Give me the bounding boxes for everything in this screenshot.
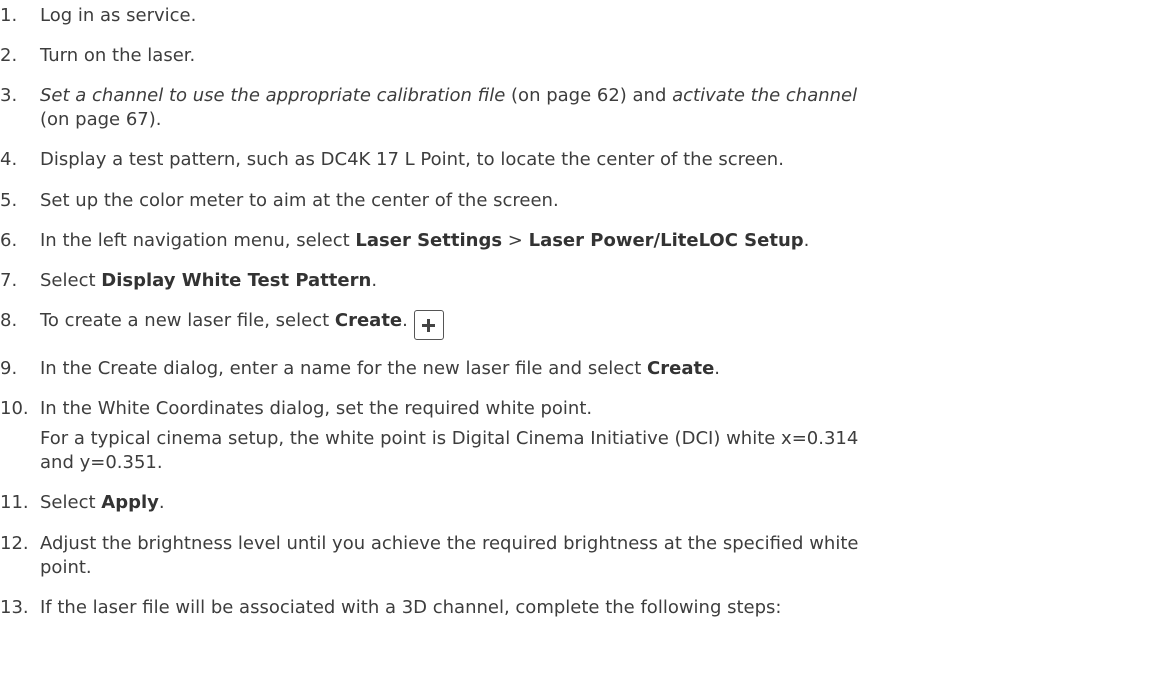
step-text-end: . <box>714 358 721 379</box>
step-text-continued: (on page 67). <box>40 109 162 130</box>
create-label: Create <box>647 358 715 379</box>
step-text: Display a test pattern, such as DC4K 17 … <box>40 149 784 170</box>
step-text: Set up the color meter to aim at the cen… <box>40 190 559 211</box>
step-text: Log in as service. <box>40 5 197 26</box>
step-text: Select Display White Test Pattern. <box>40 269 377 293</box>
step-text-lead: In the Create dialog, enter a name for t… <box>40 358 648 379</box>
step-text-lead: Select <box>40 492 102 513</box>
step-number: 13. <box>0 597 29 618</box>
step-number: 12. <box>0 533 29 554</box>
plus-icon <box>413 310 444 340</box>
activate-channel-link[interactable]: activate the channel <box>672 85 857 106</box>
step-text-lead: Select <box>40 270 102 291</box>
step-text-lead: To create a new laser file, select <box>40 310 335 331</box>
step-text: In the White Coordinates dialog, set the… <box>40 398 593 419</box>
step-number: 11. <box>0 492 29 513</box>
create-label: Create <box>334 310 403 331</box>
step-text-middle: (on page 62) and <box>505 85 673 106</box>
step-number: 5. <box>0 190 18 211</box>
step-number: 4. <box>0 149 18 170</box>
step-text-lead: In the left navigation menu, select <box>40 230 356 251</box>
step-text-end: . <box>402 310 408 331</box>
step-text-continued: point. <box>40 557 92 578</box>
apply-label: Apply <box>101 492 159 513</box>
laser-power-menu-label: Laser Power/LiteLOC Setup <box>528 230 804 251</box>
display-white-test-pattern-label: Display White Test Pattern <box>101 270 372 291</box>
step-text-end: . <box>371 270 378 291</box>
step-number: 10. <box>0 398 29 419</box>
step-number: 1. <box>0 5 18 26</box>
step-text: In the left navigation menu, select Lase… <box>40 229 809 253</box>
menu-separator: > <box>502 230 529 251</box>
step-text: Adjust the brightness level until you ac… <box>40 533 859 554</box>
step-number: 9. <box>0 358 18 379</box>
step-text: Turn on the laser. <box>40 45 196 66</box>
step-text: Set a channel to use the appropriate cal… <box>40 84 857 108</box>
step-text-end: . <box>158 492 165 513</box>
step-number: 3. <box>0 85 18 106</box>
step-number: 7. <box>0 270 18 291</box>
step-number: 2. <box>0 45 18 66</box>
step-number: 6. <box>0 230 18 251</box>
step-text: Select Apply. <box>40 491 165 515</box>
step-note-line-2: and y=0.351. <box>40 452 163 473</box>
step-text: To create a new laser file, select Creat… <box>40 309 444 340</box>
step-number: 8. <box>0 310 18 331</box>
step-text: If the laser file will be associated wit… <box>40 597 782 618</box>
calibration-file-link[interactable]: Set a channel to use the appropriate cal… <box>40 85 505 106</box>
step-text-end: . <box>803 230 810 251</box>
step-text: In the Create dialog, enter a name for t… <box>40 357 720 381</box>
step-note-line-1: For a typical cinema setup, the white po… <box>40 428 859 449</box>
laser-settings-menu-label: Laser Settings <box>355 230 503 251</box>
